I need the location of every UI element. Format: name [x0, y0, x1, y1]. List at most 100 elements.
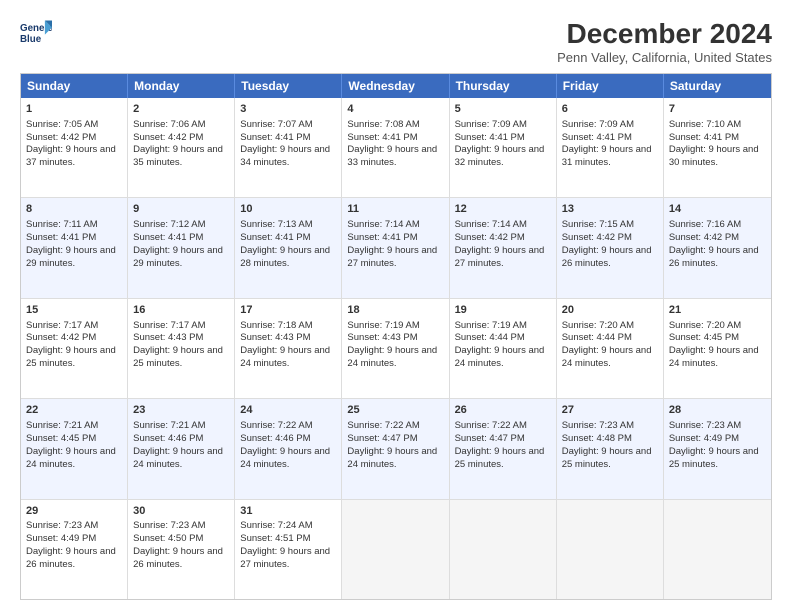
daylight-text: Daylight: 9 hours and 26 minutes.	[669, 245, 766, 271]
day-number: 28	[669, 403, 766, 418]
sunset-text: Sunset: 4:49 PM	[26, 533, 122, 546]
calendar-cell: 13Sunrise: 7:15 AMSunset: 4:42 PMDayligh…	[557, 198, 664, 297]
day-number: 6	[562, 102, 658, 117]
sunrise-text: Sunrise: 7:12 AM	[133, 219, 229, 232]
sunset-text: Sunset: 4:43 PM	[133, 332, 229, 345]
daylight-text: Daylight: 9 hours and 25 minutes.	[26, 345, 122, 371]
day-number: 10	[240, 202, 336, 217]
sunset-text: Sunset: 4:43 PM	[347, 332, 443, 345]
calendar-cell: 16Sunrise: 7:17 AMSunset: 4:43 PMDayligh…	[128, 299, 235, 398]
sunset-text: Sunset: 4:41 PM	[240, 132, 336, 145]
calendar-row: 22Sunrise: 7:21 AMSunset: 4:45 PMDayligh…	[21, 399, 771, 499]
day-number: 4	[347, 102, 443, 117]
daylight-text: Daylight: 9 hours and 27 minutes.	[240, 546, 336, 572]
sunset-text: Sunset: 4:44 PM	[455, 332, 551, 345]
daylight-text: Daylight: 9 hours and 29 minutes.	[26, 245, 122, 271]
daylight-text: Daylight: 9 hours and 24 minutes.	[133, 446, 229, 472]
calendar-cell: 23Sunrise: 7:21 AMSunset: 4:46 PMDayligh…	[128, 399, 235, 498]
calendar-row: 1Sunrise: 7:05 AMSunset: 4:42 PMDaylight…	[21, 98, 771, 198]
sunset-text: Sunset: 4:41 PM	[455, 132, 551, 145]
calendar-row: 29Sunrise: 7:23 AMSunset: 4:49 PMDayligh…	[21, 500, 771, 599]
sunset-text: Sunset: 4:45 PM	[669, 332, 766, 345]
daylight-text: Daylight: 9 hours and 26 minutes.	[562, 245, 658, 271]
sunset-text: Sunset: 4:48 PM	[562, 433, 658, 446]
sunset-text: Sunset: 4:46 PM	[240, 433, 336, 446]
daylight-text: Daylight: 9 hours and 29 minutes.	[133, 245, 229, 271]
logo-icon: General Blue	[20, 18, 52, 46]
calendar-cell: 11Sunrise: 7:14 AMSunset: 4:41 PMDayligh…	[342, 198, 449, 297]
sunset-text: Sunset: 4:42 PM	[26, 132, 122, 145]
calendar-cell: 12 Sunrise: 7:14 AMSunset: 4:42 PMDayligh…	[450, 198, 557, 297]
sunrise-text: Sunrise: 7:13 AM	[240, 219, 336, 232]
sunrise-text: Sunrise: 7:20 AM	[562, 320, 658, 333]
sunset-text: Sunset: 4:41 PM	[347, 232, 443, 245]
sunrise-text: Sunrise: 7:24 AM	[240, 520, 336, 533]
calendar-cell: 18Sunrise: 7:19 AMSunset: 4:43 PMDayligh…	[342, 299, 449, 398]
day-number: 24	[240, 403, 336, 418]
calendar-cell: 25Sunrise: 7:22 AMSunset: 4:47 PMDayligh…	[342, 399, 449, 498]
sunrise-text: Sunrise: 7:17 AM	[26, 320, 122, 333]
daylight-text: Daylight: 9 hours and 24 minutes.	[562, 345, 658, 371]
sunrise-text: Sunrise: 7:23 AM	[26, 520, 122, 533]
sunrise-text: Sunrise: 7:22 AM	[347, 420, 443, 433]
calendar-header-cell: Friday	[557, 74, 664, 98]
calendar-cell: 7Sunrise: 7:10 AMSunset: 4:41 PMDaylight…	[664, 98, 771, 197]
calendar-cell: 21Sunrise: 7:20 AMSunset: 4:45 PMDayligh…	[664, 299, 771, 398]
calendar-cell: 28Sunrise: 7:23 AMSunset: 4:49 PMDayligh…	[664, 399, 771, 498]
calendar-cell: 27Sunrise: 7:23 AMSunset: 4:48 PMDayligh…	[557, 399, 664, 498]
calendar-cell	[342, 500, 449, 599]
sunset-text: Sunset: 4:42 PM	[669, 232, 766, 245]
calendar-cell: 17Sunrise: 7:18 AMSunset: 4:43 PMDayligh…	[235, 299, 342, 398]
calendar-cell: 2Sunrise: 7:06 AMSunset: 4:42 PMDaylight…	[128, 98, 235, 197]
sunrise-text: Sunrise: 7:05 AM	[26, 119, 122, 132]
sunrise-text: Sunrise: 7:22 AM	[240, 420, 336, 433]
sunset-text: Sunset: 4:41 PM	[26, 232, 122, 245]
calendar-cell: 5Sunrise: 7:09 AMSunset: 4:41 PMDaylight…	[450, 98, 557, 197]
day-number: 8	[26, 202, 122, 217]
calendar-cell: 30Sunrise: 7:23 AMSunset: 4:50 PMDayligh…	[128, 500, 235, 599]
day-number: 3	[240, 102, 336, 117]
calendar-cell: 26Sunrise: 7:22 AMSunset: 4:47 PMDayligh…	[450, 399, 557, 498]
daylight-text: Daylight: 9 hours and 30 minutes.	[669, 144, 766, 170]
sunset-text: Sunset: 4:51 PM	[240, 533, 336, 546]
sunset-text: Sunset: 4:47 PM	[347, 433, 443, 446]
calendar-cell: 29Sunrise: 7:23 AMSunset: 4:49 PMDayligh…	[21, 500, 128, 599]
calendar-cell: 22Sunrise: 7:21 AMSunset: 4:45 PMDayligh…	[21, 399, 128, 498]
day-number: 12	[455, 202, 551, 217]
calendar-header-cell: Wednesday	[342, 74, 449, 98]
daylight-text: Daylight: 9 hours and 24 minutes.	[240, 345, 336, 371]
daylight-text: Daylight: 9 hours and 24 minutes.	[347, 345, 443, 371]
calendar-cell: 9 Sunrise: 7:12 AMSunset: 4:41 PMDaylight…	[128, 198, 235, 297]
daylight-text: Daylight: 9 hours and 34 minutes.	[240, 144, 336, 170]
daylight-text: Daylight: 9 hours and 25 minutes.	[562, 446, 658, 472]
calendar-cell	[450, 500, 557, 599]
daylight-text: Daylight: 9 hours and 27 minutes.	[455, 245, 551, 271]
sunrise-text: Sunrise: 7:16 AM	[669, 219, 766, 232]
daylight-text: Daylight: 9 hours and 24 minutes.	[669, 345, 766, 371]
day-number: 9	[133, 202, 229, 217]
subtitle: Penn Valley, California, United States	[557, 50, 772, 65]
calendar-cell: 8 Sunrise: 7:11 AMSunset: 4:41 PMDaylight…	[21, 198, 128, 297]
calendar-cell: 4Sunrise: 7:08 AMSunset: 4:41 PMDaylight…	[342, 98, 449, 197]
sunrise-text: Sunrise: 7:07 AM	[240, 119, 336, 132]
sunset-text: Sunset: 4:42 PM	[562, 232, 658, 245]
sunrise-text: Sunrise: 7:23 AM	[669, 420, 766, 433]
day-number: 29	[26, 504, 122, 519]
day-number: 15	[26, 303, 122, 318]
daylight-text: Daylight: 9 hours and 32 minutes.	[455, 144, 551, 170]
sunrise-text: Sunrise: 7:23 AM	[133, 520, 229, 533]
sunset-text: Sunset: 4:42 PM	[455, 232, 551, 245]
daylight-text: Daylight: 9 hours and 33 minutes.	[347, 144, 443, 170]
calendar-cell: 6Sunrise: 7:09 AMSunset: 4:41 PMDaylight…	[557, 98, 664, 197]
day-number: 11	[347, 202, 443, 217]
calendar-header-cell: Tuesday	[235, 74, 342, 98]
sunrise-text: Sunrise: 7:08 AM	[347, 119, 443, 132]
sunset-text: Sunset: 4:41 PM	[133, 232, 229, 245]
calendar-cell: 31Sunrise: 7:24 AMSunset: 4:51 PMDayligh…	[235, 500, 342, 599]
day-number: 27	[562, 403, 658, 418]
calendar-cell: 19Sunrise: 7:19 AMSunset: 4:44 PMDayligh…	[450, 299, 557, 398]
sunrise-text: Sunrise: 7:14 AM	[455, 219, 551, 232]
day-number: 31	[240, 504, 336, 519]
sunrise-text: Sunrise: 7:11 AM	[26, 219, 122, 232]
sunset-text: Sunset: 4:41 PM	[562, 132, 658, 145]
